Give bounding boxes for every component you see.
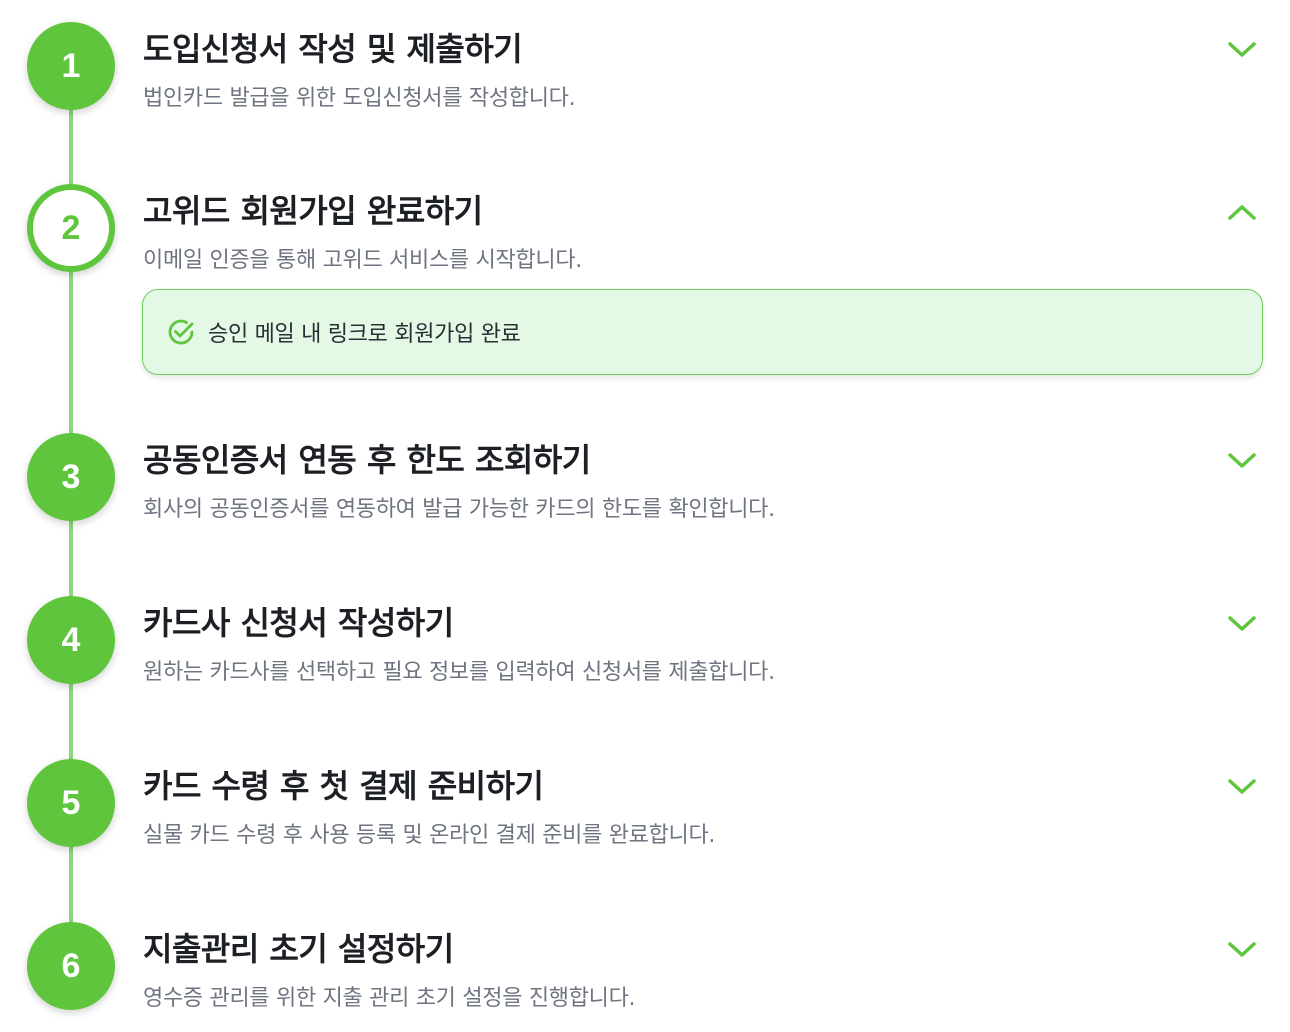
step-number-badge: 5 [27, 759, 115, 847]
step-number-badge: 4 [27, 596, 115, 684]
step-description: 실물 카드 수령 후 사용 등록 및 온라인 결제 준비를 완료합니다. [143, 823, 716, 848]
chevron-down-icon[interactable] [1222, 930, 1262, 970]
step-title[interactable]: 공동인증서 연동 후 한도 조회하기 [143, 435, 591, 481]
step-number-badge: 3 [27, 433, 115, 521]
chevron-down-icon[interactable] [1222, 30, 1262, 70]
chevron-down-icon[interactable] [1222, 767, 1262, 807]
chevron-down-icon[interactable] [1222, 441, 1262, 481]
step-title[interactable]: 카드 수령 후 첫 결제 준비하기 [143, 761, 544, 807]
chevron-down-icon[interactable] [1222, 604, 1262, 644]
step-description: 영수증 관리를 위한 지출 관리 초기 설정을 진행합니다. [143, 986, 636, 1011]
step-description: 이메일 인증을 통해 고위드 서비스를 시작합니다. [143, 248, 582, 273]
step-description: 원하는 카드사를 선택하고 필요 정보를 입력하여 신청서를 제출합니다. [143, 660, 775, 685]
chevron-up-icon[interactable] [1222, 192, 1262, 232]
step-title[interactable]: 지출관리 초기 설정하기 [143, 924, 454, 970]
step-number-badge: 1 [27, 22, 115, 110]
step-description: 법인카드 발급을 위한 도입신청서를 작성합니다. [143, 86, 576, 111]
notice-text: 승인 메일 내 링크로 회원가입 완료 [208, 322, 521, 347]
completion-notice: 승인 메일 내 링크로 회원가입 완료 [142, 289, 1263, 375]
step-description: 회사의 공동인증서를 연동하여 발급 가능한 카드의 한도를 확인합니다. [143, 497, 775, 522]
step-title[interactable]: 고위드 회원가입 완료하기 [143, 186, 483, 232]
step-title[interactable]: 도입신청서 작성 및 제출하기 [143, 24, 523, 70]
step-title[interactable]: 카드사 신청서 작성하기 [143, 598, 454, 644]
check-circle-icon [166, 317, 196, 347]
step-number-badge: 6 [27, 922, 115, 1010]
step-number-badge-active: 2 [27, 184, 115, 272]
